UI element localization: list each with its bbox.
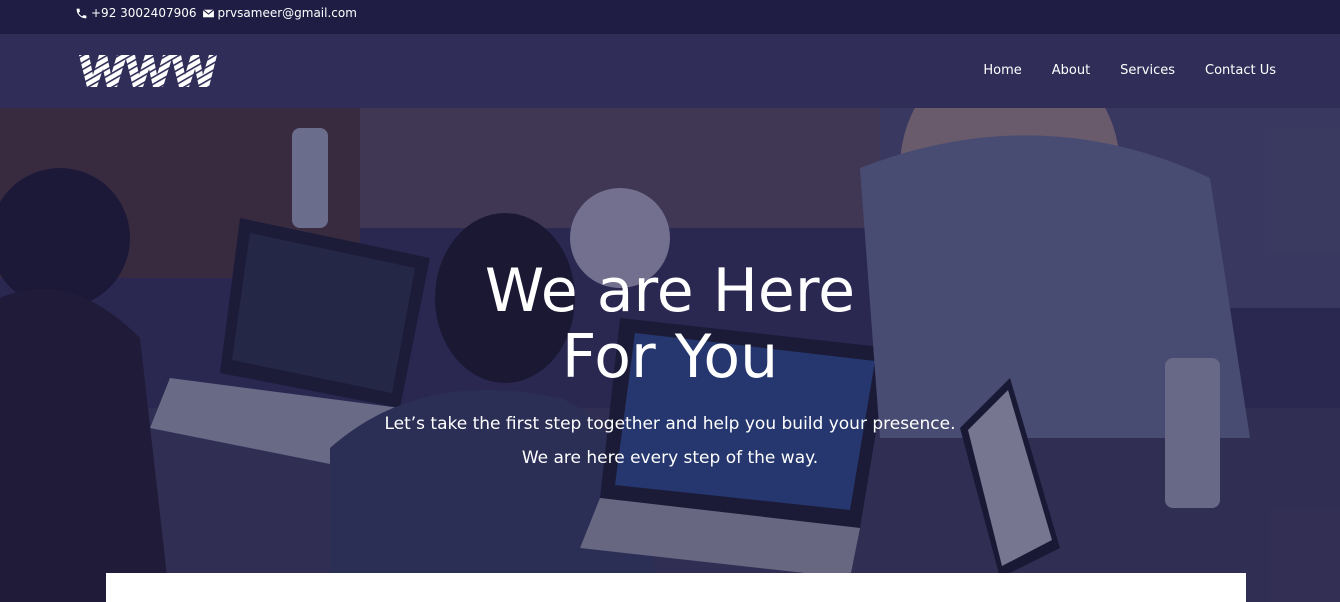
- nav-services[interactable]: Services: [1120, 63, 1175, 78]
- hero-subtitle: Let’s take the first step together and h…: [0, 407, 1340, 475]
- top-contact-bar: +92 3002407906 prvsameer@gmail.com: [0, 0, 1340, 34]
- hero-subtitle-line-1: Let’s take the first step together and h…: [384, 414, 956, 434]
- main-nav: Home About Services Contact Us: [983, 63, 1276, 78]
- content-card: [106, 573, 1246, 602]
- contact-info: +92 3002407906 prvsameer@gmail.com: [75, 6, 357, 20]
- nav-about[interactable]: About: [1052, 63, 1090, 78]
- phone-icon: [75, 7, 88, 20]
- site-header: Home About Services Contact Us: [0, 34, 1340, 108]
- hero-section: We are Here For You Let’s take the first…: [0, 108, 1340, 602]
- nav-home[interactable]: Home: [983, 63, 1021, 78]
- hero-title-line-2: For You: [561, 322, 779, 392]
- email-address[interactable]: prvsameer@gmail.com: [218, 6, 357, 20]
- hero-title: We are Here For You: [0, 258, 1340, 390]
- phone-number[interactable]: +92 3002407906: [91, 6, 197, 20]
- nav-contact-us[interactable]: Contact Us: [1205, 63, 1276, 78]
- hero-title-line-1: We are Here: [484, 256, 856, 326]
- envelope-icon: [202, 7, 215, 20]
- site-logo[interactable]: [77, 51, 217, 91]
- hero-subtitle-line-2: We are here every step of the way.: [521, 448, 819, 468]
